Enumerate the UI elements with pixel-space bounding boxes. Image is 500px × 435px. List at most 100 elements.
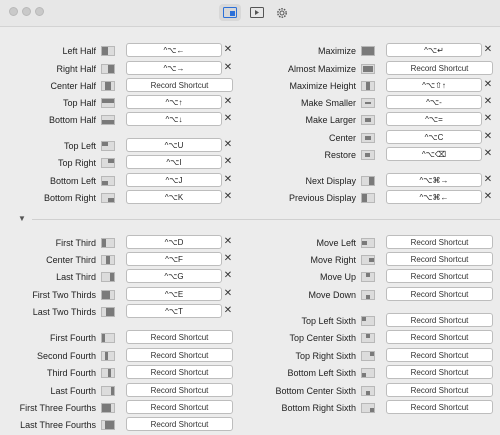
clear-shortcut-icon[interactable]: ✕ <box>482 43 494 57</box>
clear-shortcut-icon[interactable]: ✕ <box>222 155 234 169</box>
clear-shortcut-icon[interactable]: ✕ <box>222 190 234 204</box>
expand-toggle[interactable]: ▼ <box>18 214 26 223</box>
shortcut-recorder-field[interactable]: ^⌥C <box>386 130 482 144</box>
snap-areas-icon <box>250 7 264 18</box>
shortcut-recorder-field[interactable]: ^⌥→ <box>126 61 222 75</box>
top-center-sixth-icon <box>361 333 375 343</box>
clear-shortcut-icon[interactable]: ✕ <box>482 112 494 126</box>
clear-shortcut-icon[interactable]: ✕ <box>222 173 234 187</box>
shortcut-label: Last Two Thirds <box>32 307 96 317</box>
tab-settings[interactable] <box>271 4 293 21</box>
clear-shortcut-icon[interactable]: ✕ <box>222 252 234 266</box>
shortcut-recorder-field[interactable]: ^⌥← <box>126 43 222 57</box>
shortcut-recorder-field[interactable]: ^⌥↓ <box>126 112 222 126</box>
clear-shortcut-icon[interactable]: ✕ <box>222 269 234 283</box>
shortcut-label: First Fourth <box>49 333 96 343</box>
clear-shortcut-icon[interactable]: ✕ <box>482 130 494 144</box>
shortcut-recorder-field[interactable]: ^⌥T <box>126 304 222 318</box>
close-window-button[interactable] <box>9 7 18 16</box>
tab-snap-areas[interactable] <box>246 4 268 21</box>
shortcut-recorder-field[interactable]: Record Shortcut <box>126 330 233 344</box>
shortcut-recorder-field[interactable]: ^⌥F <box>126 252 222 266</box>
shortcut-recorder-field[interactable]: ^⌥E <box>126 287 222 301</box>
shortcut-recorder-field[interactable]: Record Shortcut <box>386 313 493 327</box>
shortcut-recorder-field[interactable]: ^⌥= <box>386 112 482 126</box>
shortcut-recorder-field[interactable]: Record Shortcut <box>126 365 233 379</box>
shortcut-recorder-field[interactable]: Record Shortcut <box>386 400 493 414</box>
clear-shortcut-icon[interactable]: ✕ <box>482 190 494 204</box>
shortcuts-pane: Left Half ^⌥← ✕ Right Half ^⌥→ ✕ Center Half Re… <box>0 27 500 435</box>
shortcut-recorder-field[interactable]: ^⌥I <box>126 155 222 169</box>
shortcut-recorder-field[interactable]: Record Shortcut <box>386 330 493 344</box>
zoom-window-button[interactable] <box>35 7 44 16</box>
shortcut-recorder-field[interactable]: ^⌥K <box>126 190 222 204</box>
shortcut-label: Top Left <box>63 141 96 151</box>
shortcut-recorder-field[interactable]: ^⌥⌘← <box>386 190 482 204</box>
window-layout-icon <box>223 7 237 18</box>
clear-shortcut-icon[interactable]: ✕ <box>222 43 234 57</box>
shortcut-recorder-field[interactable]: Record Shortcut <box>126 78 233 92</box>
shortcut-recorder-field[interactable]: ^⌥⌫ <box>386 147 482 161</box>
shortcut-row-first-three-fourths: First Three Fourths Record Shortcut <box>0 400 240 416</box>
shortcut-recorder-field[interactable]: ^⌥U <box>126 138 222 152</box>
section-divider <box>32 219 500 220</box>
clear-shortcut-icon[interactable]: ✕ <box>482 173 494 187</box>
shortcut-recorder-field[interactable]: Record Shortcut <box>126 383 233 397</box>
shortcut-recorder-field[interactable]: ^⌥⇧↑ <box>386 78 482 92</box>
maximize-icon <box>361 46 375 56</box>
shortcut-recorder-field[interactable]: Record Shortcut <box>386 61 493 75</box>
clear-shortcut-icon[interactable]: ✕ <box>482 78 494 92</box>
shortcut-row-top-half: Top Half ^⌥↑ ✕ <box>0 95 240 111</box>
shortcut-row-third-fourth: Third Fourth Record Shortcut <box>0 365 240 381</box>
shortcut-row-move-up: Move Up Record Shortcut <box>255 269 500 285</box>
last-fourth-icon <box>101 386 115 396</box>
shortcut-recorder-field[interactable]: Record Shortcut <box>386 252 493 266</box>
clear-shortcut-icon[interactable]: ✕ <box>222 287 234 301</box>
move-right-icon <box>361 255 375 265</box>
shortcut-recorder-field[interactable]: Record Shortcut <box>386 287 493 301</box>
minimize-window-button[interactable] <box>22 7 31 16</box>
shortcut-row-center-half: Center Half Record Shortcut <box>0 78 240 94</box>
shortcut-recorder-field[interactable]: ^⌥↑ <box>126 95 222 109</box>
clear-shortcut-icon[interactable]: ✕ <box>222 235 234 249</box>
shortcut-recorder-field[interactable]: ^⌥↵ <box>386 43 482 57</box>
shortcut-recorder-field[interactable]: Record Shortcut <box>126 417 233 431</box>
shortcut-recorder-field[interactable]: Record Shortcut <box>126 400 233 414</box>
shortcut-recorder-field[interactable]: ^⌥J <box>126 173 222 187</box>
clear-shortcut-icon[interactable]: ✕ <box>222 61 234 75</box>
clear-shortcut-icon[interactable]: ✕ <box>222 112 234 126</box>
shortcut-recorder-field[interactable]: Record Shortcut <box>386 383 493 397</box>
shortcut-row-last-two-thirds: Last Two Thirds ^⌥T ✕ <box>0 304 240 320</box>
shortcut-row-first-third: First Third ^⌥D ✕ <box>0 235 240 251</box>
shortcut-recorder-field[interactable]: Record Shortcut <box>386 348 493 362</box>
shortcut-label: Move Down <box>308 290 356 300</box>
shortcut-row-left-half: Left Half ^⌥← ✕ <box>0 43 240 59</box>
bottom-half-icon <box>101 115 115 125</box>
shortcut-recorder-field[interactable]: Record Shortcut <box>126 348 233 362</box>
shortcut-recorder-field[interactable]: Record Shortcut <box>386 365 493 379</box>
right-half-icon <box>101 64 115 74</box>
shortcut-row-bottom-center-sixth: Bottom Center Sixth Record Shortcut <box>255 383 500 399</box>
clear-shortcut-icon[interactable]: ✕ <box>482 147 494 161</box>
move-down-icon <box>361 290 375 300</box>
shortcut-recorder-field[interactable]: ^⌥D <box>126 235 222 249</box>
clear-shortcut-icon[interactable]: ✕ <box>222 304 234 318</box>
second-fourth-icon <box>101 351 115 361</box>
top-right-sixth-icon <box>361 351 375 361</box>
shortcut-row-maximize-height: Maximize Height ^⌥⇧↑ ✕ <box>255 78 500 94</box>
shortcut-recorder-field[interactable]: ^⌥⌘→ <box>386 173 482 187</box>
shortcut-label: Bottom Left Sixth <box>287 368 356 378</box>
clear-shortcut-icon[interactable]: ✕ <box>222 95 234 109</box>
shortcut-recorder-field[interactable]: Record Shortcut <box>386 269 493 283</box>
shortcut-row-make-larger: Make Larger ^⌥= ✕ <box>255 112 500 128</box>
clear-shortcut-icon[interactable]: ✕ <box>222 138 234 152</box>
gear-icon <box>277 7 287 18</box>
top-left-icon <box>101 141 115 151</box>
shortcut-label: Last Fourth <box>50 386 96 396</box>
shortcut-recorder-field[interactable]: ^⌥G <box>126 269 222 283</box>
shortcut-label: Make Larger <box>305 115 356 125</box>
shortcut-recorder-field[interactable]: ^⌥- <box>386 95 482 109</box>
shortcut-recorder-field[interactable]: Record Shortcut <box>386 235 493 249</box>
clear-shortcut-icon[interactable]: ✕ <box>482 95 494 109</box>
tab-shortcuts[interactable] <box>219 4 241 21</box>
